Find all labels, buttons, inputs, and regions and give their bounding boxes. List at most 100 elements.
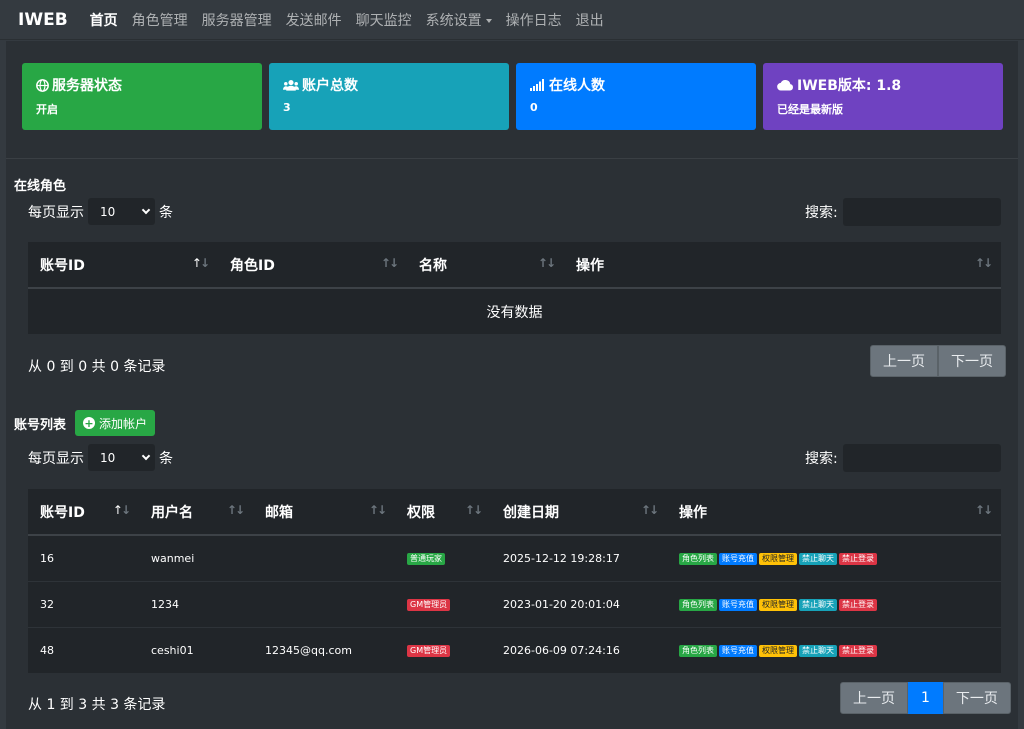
nav-logout[interactable]: 退出 — [576, 10, 604, 30]
col-created-date[interactable]: 创建日期 ↑↓ — [491, 489, 667, 536]
select-value: 10 — [100, 204, 116, 219]
cell-created-date: 2026-06-09 07:24:16 — [491, 626, 667, 673]
card-title: IWEB版本: 1.8 — [797, 78, 902, 94]
nav-system-settings-label: 系统设置 — [425, 12, 482, 29]
nav-send-mail[interactable]: 发送邮件 — [286, 10, 342, 30]
cell-username: 1234 — [139, 580, 253, 627]
length-prefix: 每页显示 — [28, 450, 84, 467]
recharge-button[interactable]: 账号充值 — [719, 553, 757, 566]
permission-button[interactable]: 权限管理 — [759, 645, 797, 658]
nav-role-management[interactable]: 角色管理 — [132, 10, 188, 30]
recharge-button[interactable]: 账号充值 — [719, 599, 757, 611]
nav-chat-monitor[interactable]: 聊天监控 — [356, 10, 412, 30]
col-action[interactable]: 操作 ↑↓ — [667, 489, 1001, 536]
chevron-down-icon — [141, 451, 151, 461]
table-row: 没有数据 — [28, 287, 1001, 334]
cell-actions: 角色列表 账号充值 权限管理 禁止聊天 禁止登录 — [667, 626, 1001, 673]
sort-icon: ↑↓ — [464, 503, 483, 517]
col-username[interactable]: 用户名 ↑↓ — [139, 489, 253, 536]
cell-account-id: 32 — [28, 580, 139, 627]
col-role-id[interactable]: 角色ID ↑↓ — [218, 242, 407, 289]
signal-icon — [530, 79, 544, 91]
sort-icon: ↑↓ — [380, 256, 399, 270]
caret-down-icon — [485, 18, 492, 23]
navbar: IWEB 首页 角色管理 服务器管理 发送邮件 聊天监控 系统设置 操作日志 退… — [0, 0, 1024, 40]
chevron-down-icon — [141, 205, 151, 215]
nav-operation-log[interactable]: 操作日志 — [506, 10, 562, 30]
cell-actions: 角色列表 账号充值 权限管理 禁止聊天 禁止登录 — [667, 534, 1001, 581]
cell-account-id: 16 — [28, 534, 139, 581]
cell-email — [253, 580, 395, 627]
online-page-length: 每页显示 10 条 — [28, 198, 173, 225]
cell-actions: 角色列表 账号充值 权限管理 禁止聊天 禁止登录 — [667, 580, 1001, 627]
sort-icon: ↑↓ — [974, 256, 993, 270]
permission-button[interactable]: 权限管理 — [759, 553, 797, 566]
empty-message: 没有数据 — [28, 287, 1001, 334]
role-list-button[interactable]: 角色列表 — [679, 599, 717, 611]
role-list-button[interactable]: 角色列表 — [679, 553, 717, 566]
card-value: 开启 — [36, 103, 58, 116]
cell-username: wanmei — [139, 534, 253, 581]
nav-system-settings[interactable]: 系统设置 — [426, 10, 492, 30]
role-list-button[interactable]: 角色列表 — [679, 645, 717, 658]
page-length-select[interactable]: 10 — [88, 444, 155, 471]
ban-chat-button[interactable]: 禁止聊天 — [799, 599, 837, 611]
prev-page-button[interactable]: 上一页 — [840, 682, 908, 714]
cell-created-date: 2025-12-12 19:28:17 — [491, 534, 667, 581]
next-page-button[interactable]: 下一页 — [942, 682, 1011, 714]
page-length-select[interactable]: 10 — [88, 198, 155, 225]
cell-username: ceshi01 — [139, 626, 253, 673]
card-title: 账户总数 — [302, 78, 358, 94]
cell-permission: GM管理员 — [395, 580, 491, 627]
col-email[interactable]: 邮箱 ↑↓ — [253, 489, 395, 536]
nav-home[interactable]: 首页 — [90, 10, 118, 30]
online-table-info: 从 0 到 0 共 0 条记录 — [28, 359, 166, 375]
role-badge: 普通玩家 — [407, 553, 445, 566]
table-row: 16 wanmei 普通玩家 2025-12-12 19:28:17 角色列表账… — [28, 534, 1001, 581]
recharge-button[interactable]: 账号充值 — [719, 645, 757, 658]
ban-login-button[interactable]: 禁止登录 — [839, 599, 877, 611]
col-action[interactable]: 操作 ↑↓ — [564, 242, 1001, 289]
card-online-count: 在线人数 0 — [516, 63, 756, 130]
add-account-label: 添加帐户 — [99, 416, 148, 431]
accounts-search-input[interactable] — [843, 444, 1001, 472]
accounts-page-length: 每页显示 10 条 — [28, 444, 173, 471]
col-account-id[interactable]: 账号ID ↑↓ — [28, 242, 218, 289]
card-value: 0 — [530, 101, 538, 114]
card-title: 在线人数 — [549, 78, 605, 94]
col-name[interactable]: 名称 ↑↓ — [407, 242, 564, 289]
stat-cards: 服务器状态 开启 账户总数 3 在线人数 0 IWEB版本: 1.8 已经是最新… — [22, 63, 1003, 130]
sort-icon: ↑↓ — [368, 503, 387, 517]
ban-chat-button[interactable]: 禁止聊天 — [799, 645, 837, 658]
online-pagination: 上一页 下一页 — [870, 345, 1006, 377]
search-label: 搜索: — [805, 205, 838, 221]
brand-logo[interactable]: IWEB — [18, 10, 68, 30]
online-search-input[interactable] — [843, 198, 1001, 226]
permission-button[interactable]: 权限管理 — [759, 599, 797, 611]
add-account-button[interactable]: + 添加帐户 — [75, 410, 156, 436]
table-row: 48 ceshi01 12345@qq.com GM管理员 2026-06-09… — [28, 626, 1001, 673]
plus-circle-icon: + — [83, 416, 95, 430]
ban-chat-button[interactable]: 禁止聊天 — [799, 553, 837, 566]
next-page-button[interactable]: 下一页 — [938, 345, 1006, 377]
cell-permission: GM管理员 — [395, 626, 491, 673]
globe-icon — [36, 78, 49, 92]
ban-login-button[interactable]: 禁止登录 — [839, 553, 877, 566]
page-1-button[interactable]: 1 — [908, 682, 943, 714]
cloud-icon — [777, 79, 793, 91]
cell-email — [253, 534, 395, 581]
sort-icon: ↑↓ — [226, 503, 245, 517]
account-list-title: 账号列表 — [14, 418, 67, 433]
col-account-id[interactable]: 账号ID ↑↓ — [28, 489, 139, 536]
ban-login-button[interactable]: 禁止登录 — [839, 645, 877, 658]
card-account-total: 账户总数 3 — [269, 63, 509, 130]
card-value: 3 — [283, 101, 291, 114]
prev-page-button[interactable]: 上一页 — [870, 345, 938, 377]
select-value: 10 — [100, 450, 116, 465]
online-roles-title: 在线角色 — [14, 179, 67, 194]
card-value: 已经是最新版 — [777, 103, 843, 116]
col-permission[interactable]: 权限 ↑↓ — [395, 489, 491, 536]
nav-server-management[interactable]: 服务器管理 — [202, 10, 272, 30]
length-suffix: 条 — [159, 450, 173, 467]
online-roles-table: 账号ID ↑↓ 角色ID ↑↓ 名称 ↑↓ 操作 ↑↓ 没有数据 — [28, 242, 1001, 334]
